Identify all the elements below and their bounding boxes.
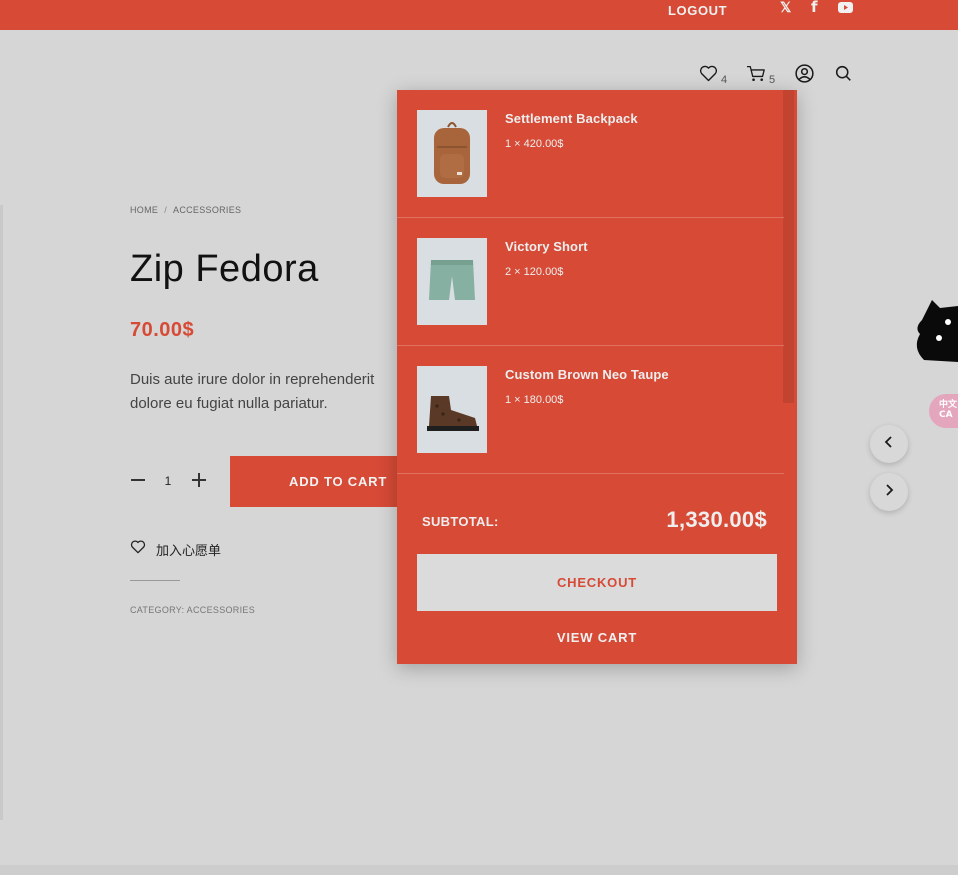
cart-item-qty-price: 2 × 120.00$	[505, 266, 564, 278]
wishlist-count: 4	[721, 74, 728, 86]
cart-item[interactable]: Victory Short 2 × 120.00$	[397, 218, 784, 346]
cart-item-qty-price: 1 × 180.00$	[505, 394, 564, 406]
checkout-button[interactable]: CHECKOUT	[417, 554, 777, 611]
chevron-left-icon	[884, 435, 894, 453]
logout-link[interactable]: LOGOUT	[668, 3, 727, 18]
mascot-widget[interactable]	[910, 292, 958, 364]
next-product-button[interactable]	[870, 473, 908, 511]
breadcrumb: HOME / ACCESSORIES	[130, 205, 241, 215]
x-twitter-icon[interactable]: 𝕏	[780, 0, 791, 14]
description-line-1: Duis aute irure dolor in reprehenderit	[130, 371, 375, 388]
heart-icon	[699, 65, 718, 87]
description-line-2: dolore eu fugiat nulla pariatur.	[130, 395, 328, 412]
wishlist-label: 加入心愿单	[156, 544, 222, 559]
quantity-increase-button[interactable]	[191, 472, 207, 488]
header-account[interactable]	[795, 64, 814, 88]
product-category: CATEGORY: ACCESSORIES	[130, 605, 256, 615]
cart-icon	[746, 65, 766, 88]
cart-item-qty-price: 1 × 420.00$	[505, 138, 564, 150]
cart-item-name[interactable]: Custom Brown Neo Taupe	[505, 367, 669, 382]
add-to-wishlist[interactable]: 加入心愿单	[130, 540, 221, 559]
youtube-icon[interactable]	[838, 1, 853, 15]
footer-band	[0, 865, 958, 875]
breadcrumb-separator: /	[164, 205, 168, 215]
search-icon	[835, 65, 852, 87]
subtotal-value: 1,330.00$	[666, 507, 767, 532]
cart-item-name[interactable]: Settlement Backpack	[505, 111, 638, 126]
breadcrumb-home[interactable]: HOME	[130, 205, 158, 215]
breadcrumb-current[interactable]: ACCESSORIES	[173, 205, 241, 215]
chevron-right-icon	[884, 483, 894, 501]
product-description: Duis aute irure dolor in reprehenderit d…	[130, 368, 400, 416]
header-cart[interactable]: 5	[746, 65, 776, 88]
prev-product-button[interactable]	[870, 425, 908, 463]
translate-badge[interactable]: 中文 CA	[929, 394, 958, 428]
mini-cart-dropdown: Settlement Backpack 1 × 420.00$ Victory …	[397, 90, 797, 664]
subtotal-label: SUBTOTAL:	[422, 514, 499, 529]
left-edge-rule	[0, 205, 3, 820]
product-price: 70.00$	[130, 319, 195, 341]
cart-item[interactable]: Settlement Backpack 1 × 420.00$	[397, 90, 784, 218]
divider	[130, 580, 180, 581]
mini-cart-scrollbar[interactable]	[783, 90, 794, 403]
facebook-icon[interactable]: f	[811, 0, 818, 15]
view-cart-link[interactable]: VIEW CART	[397, 630, 797, 645]
heart-icon	[130, 540, 146, 559]
product-title: Zip Fedora	[130, 248, 319, 290]
account-icon	[795, 64, 814, 88]
top-bar: LOGOUT 𝕏 f	[0, 0, 958, 30]
sneaker-image	[417, 366, 487, 453]
backpack-image	[417, 110, 487, 197]
shorts-image	[417, 238, 487, 325]
cart-item-name[interactable]: Victory Short	[505, 239, 588, 254]
header-wishlist[interactable]: 4	[699, 65, 728, 87]
quantity-input[interactable]: 1	[162, 474, 174, 488]
quantity-decrease-button[interactable]	[130, 472, 146, 488]
header-search[interactable]	[835, 65, 852, 87]
cart-count: 5	[769, 74, 776, 86]
cart-item[interactable]: Custom Brown Neo Taupe 1 × 180.00$	[397, 346, 784, 474]
